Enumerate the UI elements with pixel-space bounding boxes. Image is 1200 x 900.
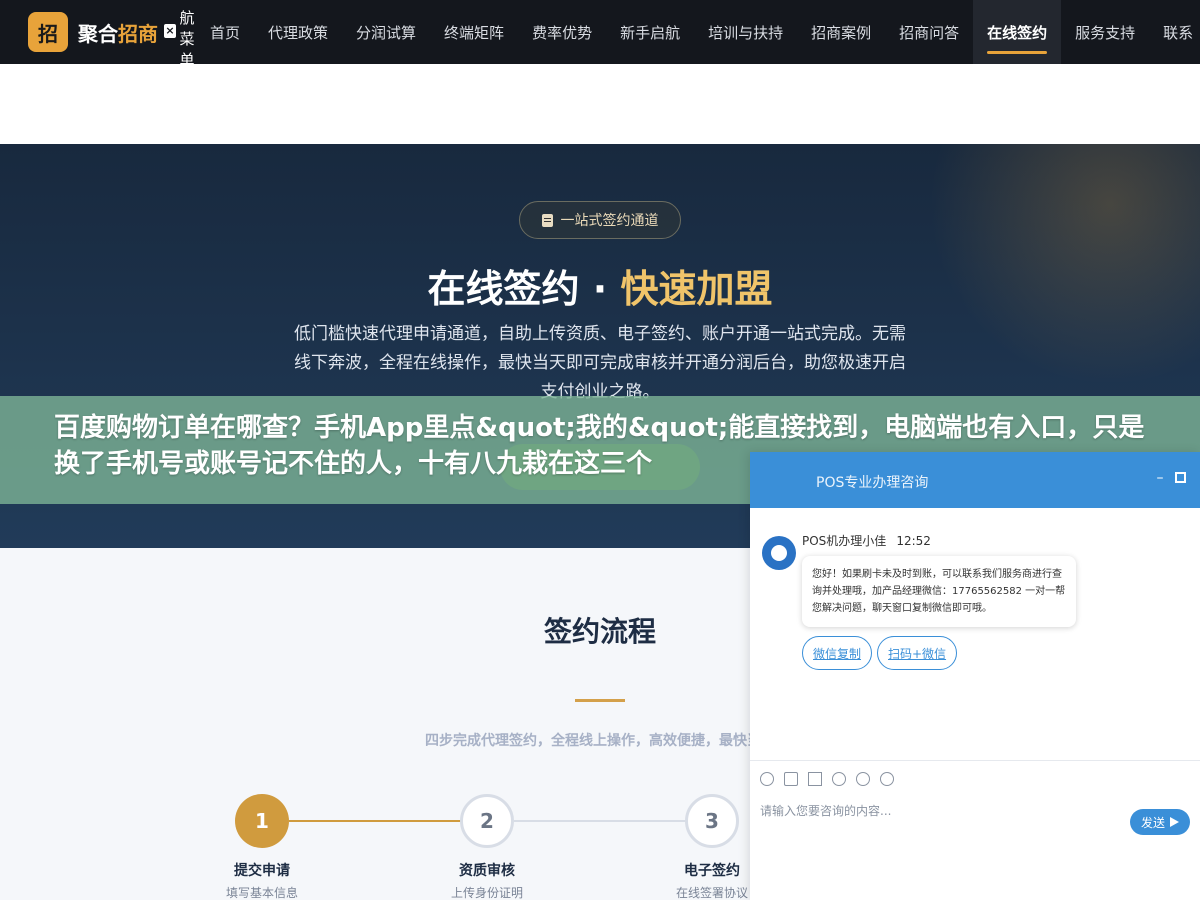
- step-number: 3: [685, 794, 739, 848]
- nav-item-home[interactable]: 首页: [196, 0, 254, 64]
- title-underline: [575, 699, 625, 702]
- step-desc: 填写基本信息: [225, 886, 298, 900]
- user-icon: [771, 545, 787, 561]
- message-bubble: 您好！如果刷卡未及时到账，可以联系我们服务商进行查询并处理哦，加产品经理微信：1…: [802, 556, 1076, 627]
- step-number: 2: [460, 794, 514, 848]
- nav-item-cases[interactable]: 招商案例: [797, 0, 885, 64]
- send-label: 发送: [1140, 815, 1165, 830]
- top-navbar: 招 聚合招商 × 航菜单 首页 代理政策 分润试算 终端矩阵 费率优势 新手启航…: [0, 0, 1200, 69]
- hero-description: 低门槛快速代理申请通道，自助上传资质、电子签约、账户开通一站式完成。无需线下奔波…: [294, 324, 906, 402]
- message-meta: POS机办理小佳 12:52: [802, 532, 931, 549]
- chat-widget: POS专业办理咨询 – POS机办理小佳 12:52 您好！如果刷卡未及时到账，可…: [750, 452, 1200, 900]
- step-number: 1: [235, 794, 289, 848]
- hero-title-b: 快速加盟: [620, 267, 773, 311]
- close-icon[interactable]: ×: [164, 24, 176, 38]
- minimize-icon[interactable]: –: [1154, 471, 1166, 485]
- chat-icon[interactable]: [880, 771, 894, 786]
- mobile-menu-label[interactable]: 航菜单: [178, 8, 196, 71]
- send-arrow-icon: [1170, 817, 1179, 827]
- logo-text: 聚合招商: [78, 18, 158, 47]
- logo-text-b: 招商: [118, 21, 158, 46]
- send-button[interactable]: 发送: [1130, 809, 1190, 835]
- nav-item-faq[interactable]: 招商问答: [885, 0, 973, 64]
- nav-item-contact[interactable]: 联系: [1149, 0, 1200, 64]
- nav-item-terminals[interactable]: 终端矩阵: [430, 0, 518, 64]
- emoji-icon[interactable]: [760, 771, 774, 786]
- logo-badge: 招: [28, 12, 68, 52]
- chat-header: POS专业办理咨询 –: [750, 452, 1200, 508]
- chat-messages: POS机办理小佳 12:52 您好！如果刷卡未及时到账，可以联系我们服务商进行查询…: [750, 508, 1200, 760]
- scan-wechat-button[interactable]: 扫码+微信: [877, 636, 958, 670]
- rating-icon[interactable]: [832, 771, 846, 786]
- nav-item-support[interactable]: 服务支持: [1061, 0, 1149, 64]
- nav-item-rates[interactable]: 费率优势: [518, 0, 606, 64]
- screenshot-icon[interactable]: [808, 771, 822, 786]
- nav-item-profit-calc[interactable]: 分润试算: [342, 0, 430, 64]
- blank-band: [0, 64, 1200, 144]
- nav-item-agent-policy[interactable]: 代理政策: [254, 0, 342, 64]
- step-item: 2 资质审核 上传身份证明: [427, 794, 547, 900]
- step-name: 提交申请: [234, 863, 290, 879]
- step-desc: 上传身份证明: [450, 886, 523, 900]
- copy-wechat-button[interactable]: 微信复制: [802, 636, 873, 670]
- hero-title-a: 在线签约 ·: [427, 267, 621, 311]
- hero-badge: 一站式签约通道: [519, 201, 681, 239]
- nav-menu: 首页 代理政策 分润试算 终端矩阵 费率优势 新手启航 培训与扶持 招商案例 招…: [196, 0, 1200, 64]
- maximize-icon[interactable]: [1175, 472, 1186, 483]
- message-time: 12:52: [896, 534, 931, 548]
- nav-item-training[interactable]: 培训与扶持: [694, 0, 797, 64]
- nav-item-beginner[interactable]: 新手启航: [606, 0, 694, 64]
- agent-name: POS机办理小佳: [802, 534, 887, 548]
- wechat-icon[interactable]: [856, 771, 870, 786]
- avatar: [762, 536, 796, 570]
- chat-header-title: POS专业办理咨询: [816, 475, 929, 491]
- step-name: 资质审核: [459, 863, 515, 879]
- clipboard-icon: [541, 213, 553, 227]
- nav-item-online-sign[interactable]: 在线签约: [973, 0, 1062, 64]
- chat-input[interactable]: 请输入您要咨询的内容...: [760, 802, 891, 819]
- logo-text-a: 聚合: [78, 21, 118, 46]
- hero-badge-label: 一站式签约通道: [560, 213, 659, 229]
- site-logo[interactable]: 招 聚合招商: [28, 12, 158, 52]
- hero-title: 在线签约 · 快速加盟: [0, 258, 1200, 313]
- step-item: 1 提交申请 填写基本信息: [202, 794, 322, 900]
- image-icon[interactable]: [784, 771, 798, 786]
- chat-toolbar: [750, 760, 1200, 796]
